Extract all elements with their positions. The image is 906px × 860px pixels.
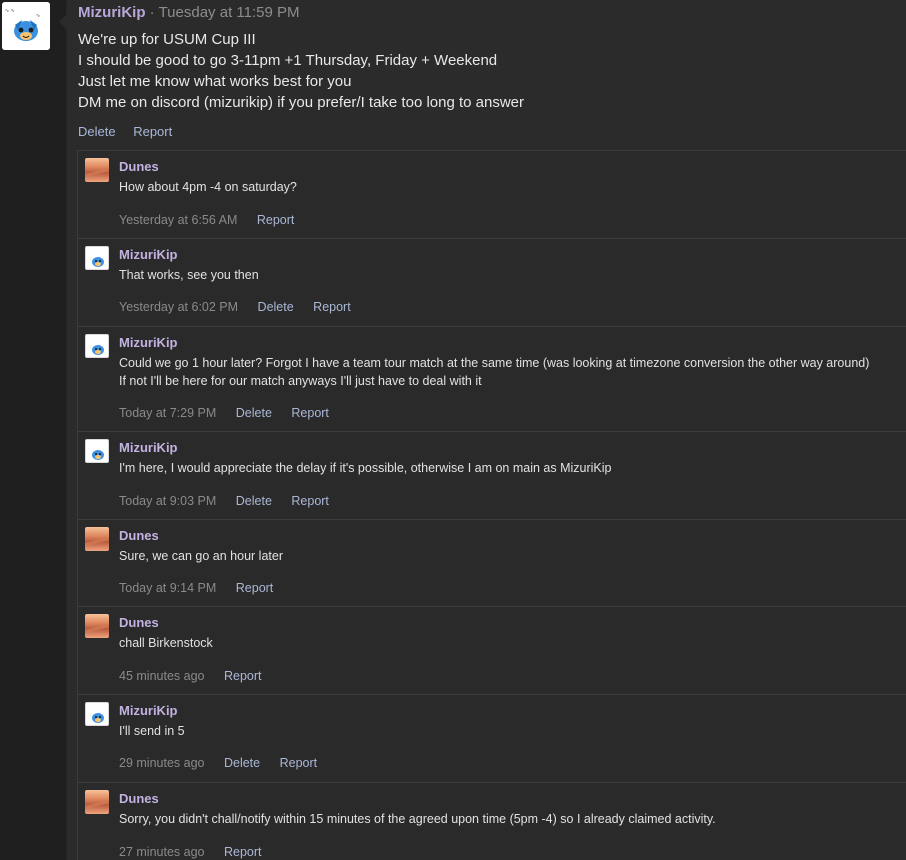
reply-list: Dunes How about 4pm -4 on saturday? Yest… [77, 150, 906, 860]
reply-item: MizuriKip I'm here, I would appreciate t… [78, 432, 906, 520]
reply-meta: Today at 9:14 PM Report [119, 580, 289, 596]
reply-item: Dunes Sure, we can go an hour later Toda… [78, 520, 906, 607]
mudkip-mini-svg [92, 713, 104, 723]
reply-author[interactable]: Dunes [119, 159, 159, 175]
svg-text:∿: ∿ [36, 13, 40, 19]
reply-meta: 29 minutes ago Delete Report [119, 755, 333, 771]
reply-author[interactable]: Dunes [119, 791, 159, 807]
report-button[interactable]: Report [224, 669, 262, 683]
reply-item: MizuriKip I'll send in 5 29 minutes ago … [78, 695, 906, 783]
main-post-time[interactable]: Tuesday at 11:59 PM [159, 4, 300, 21]
reply-author[interactable]: MizuriKip [119, 247, 178, 263]
reply-author[interactable]: MizuriKip [119, 703, 178, 719]
post-pointer [59, 14, 67, 30]
main-post-body: We're up for USUM Cup III I should be go… [78, 29, 878, 113]
reply-item: Dunes How about 4pm -4 on saturday? Yest… [78, 151, 906, 239]
reply-author[interactable]: MizuriKip [119, 335, 178, 351]
reply-author[interactable]: MizuriKip [119, 440, 178, 456]
report-button[interactable]: Report [280, 756, 318, 770]
reply-meta: 27 minutes ago Report [119, 844, 278, 860]
delete-button[interactable]: Delete [258, 300, 294, 314]
left-rail [0, 0, 66, 860]
main-post-actions: Delete Report [78, 124, 186, 140]
delete-button[interactable]: Delete [78, 124, 116, 140]
reply-text: I'm here, I would appreciate the delay i… [119, 459, 612, 477]
reply-text-line: I'm here, I would appreciate the delay i… [119, 461, 612, 475]
reply-time[interactable]: Yesterday at 6:56 AM [119, 213, 237, 227]
reply-meta: Today at 7:29 PM Delete Report [119, 405, 345, 421]
dunes-avatar-icon[interactable] [85, 614, 109, 638]
reply-time[interactable]: Yesterday at 6:02 PM [119, 300, 238, 314]
reply-meta: 45 minutes ago Report [119, 668, 278, 684]
reply-text: Sure, we can go an hour later [119, 547, 283, 565]
mudkip-mini-svg [92, 257, 104, 267]
reply-text: Could we go 1 hour later? Forgot I have … [119, 354, 869, 390]
reply-item: Dunes Sorry, you didn't chall/notify wit… [78, 783, 906, 860]
main-post-separator: · [149, 4, 155, 21]
report-button[interactable]: Report [291, 406, 329, 420]
main-post-line: Just let me know what works best for you [78, 73, 352, 90]
report-button[interactable]: Report [291, 494, 329, 508]
reply-text: I'll send in 5 [119, 722, 185, 740]
reply-text: How about 4pm -4 on saturday? [119, 178, 297, 196]
main-post-line: I should be good to go 3-11pm +1 Thursda… [78, 52, 498, 69]
dunes-avatar-icon[interactable] [85, 527, 109, 551]
reply-text: chall Birkenstock [119, 634, 213, 652]
reply-text-line: I'll send in 5 [119, 724, 185, 738]
reply-meta: Yesterday at 6:56 AM Report [119, 212, 310, 228]
reply-time[interactable]: Today at 9:03 PM [119, 494, 216, 508]
reply-time[interactable]: Today at 9:14 PM [119, 581, 216, 595]
report-button[interactable]: Report [224, 845, 262, 859]
dunes-avatar-icon[interactable] [85, 790, 109, 814]
mudkip-avatar-icon[interactable]: ∿ ∿ ∿ [2, 2, 50, 50]
mudkip-avatar-icon[interactable] [85, 439, 109, 463]
svg-text:∿ ∿: ∿ ∿ [5, 8, 15, 14]
reply-text-line: chall Birkenstock [119, 636, 213, 650]
delete-button[interactable]: Delete [236, 406, 272, 420]
reply-time[interactable]: Today at 7:29 PM [119, 406, 216, 420]
reply-text: Sorry, you didn't chall/notify within 15… [119, 810, 716, 828]
dunes-avatar-icon[interactable] [85, 158, 109, 182]
reply-time[interactable]: 29 minutes ago [119, 756, 204, 770]
reply-author[interactable]: Dunes [119, 615, 159, 631]
reply-text: That works, see you then [119, 266, 259, 284]
reply-text-line: Sorry, you didn't chall/notify within 15… [119, 812, 716, 826]
main-post-header: MizuriKip · Tuesday at 11:59 PM [78, 4, 300, 22]
reply-time[interactable]: 27 minutes ago [119, 845, 204, 859]
reply-time[interactable]: 45 minutes ago [119, 669, 204, 683]
conversation-page: ∿ ∿ ∿ MizuriKip · Tuesday at 11:59 PM We… [0, 0, 906, 860]
main-post-line: We're up for USUM Cup III [78, 31, 256, 48]
report-button[interactable]: Report [313, 300, 351, 314]
reply-text-line: That works, see you then [119, 268, 259, 282]
reply-text-line: Sure, we can go an hour later [119, 549, 283, 563]
report-button[interactable]: Report [236, 581, 274, 595]
mudkip-avatar-icon[interactable] [85, 702, 109, 726]
report-button[interactable]: Report [133, 124, 172, 140]
mudkip-avatar-icon[interactable] [85, 334, 109, 358]
delete-button[interactable]: Delete [224, 756, 260, 770]
report-button[interactable]: Report [257, 213, 295, 227]
mudkip-avatar-icon[interactable] [85, 246, 109, 270]
mudkip-mini-svg [92, 450, 104, 460]
reply-meta: Yesterday at 6:02 PM Delete Report [119, 299, 367, 315]
mudkip-avatar-svg: ∿ ∿ ∿ [2, 2, 50, 50]
reply-meta: Today at 9:03 PM Delete Report [119, 493, 345, 509]
reply-text-line: How about 4pm -4 on saturday? [119, 180, 297, 194]
reply-author[interactable]: Dunes [119, 528, 159, 544]
delete-button[interactable]: Delete [236, 494, 272, 508]
reply-item: MizuriKip Could we go 1 hour later? Forg… [78, 327, 906, 432]
reply-item: Dunes chall Birkenstock 45 minutes ago R… [78, 607, 906, 695]
main-post-line: DM me on discord (mizurikip) if you pref… [78, 94, 525, 111]
main-post-author[interactable]: MizuriKip [78, 4, 146, 21]
reply-item: MizuriKip That works, see you then Yeste… [78, 239, 906, 327]
reply-text-line: If not I'll be here for our match anyway… [119, 374, 482, 388]
mudkip-mini-svg [92, 345, 104, 355]
reply-text-line: Could we go 1 hour later? Forgot I have … [119, 356, 870, 370]
